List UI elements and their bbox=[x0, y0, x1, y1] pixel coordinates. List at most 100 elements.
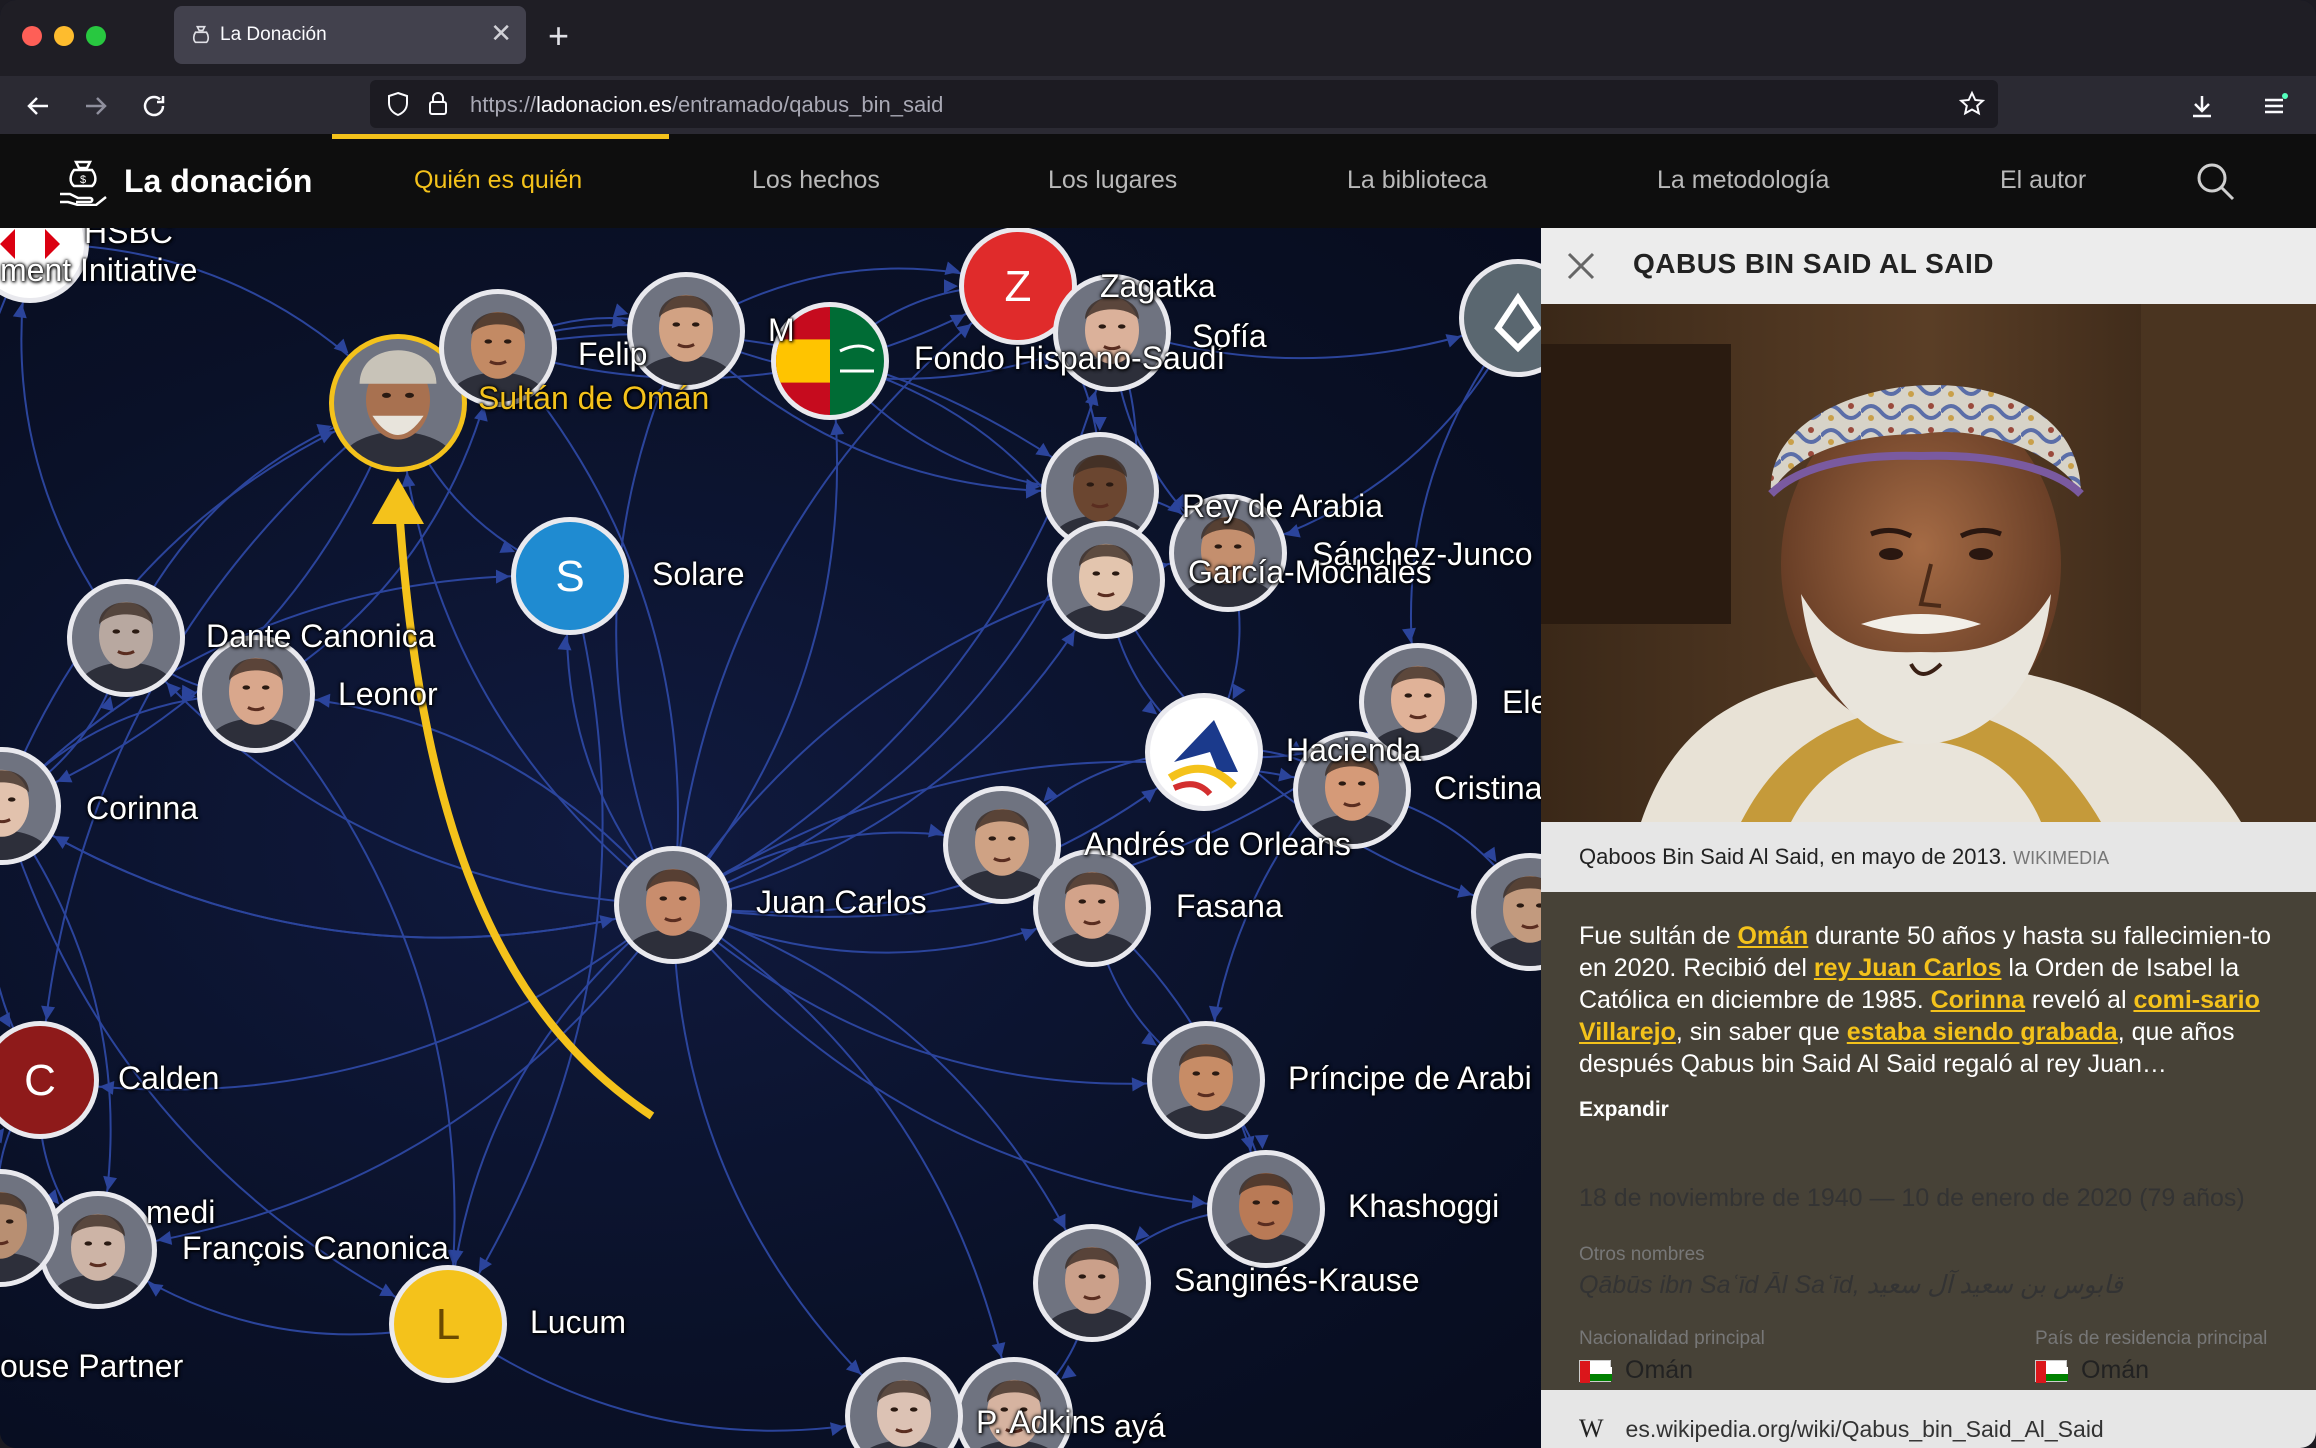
link-corinna[interactable]: Corinna bbox=[1931, 986, 2025, 1014]
node-label-juan-carlos[interactable]: Juan Carlos bbox=[756, 884, 927, 921]
reload-icon[interactable] bbox=[138, 90, 170, 122]
graph-node[interactable] bbox=[67, 579, 185, 716]
node-label-khashoggi[interactable]: Khashoggi bbox=[1348, 1188, 1499, 1225]
menu-los-lugares[interactable]: Los lugares bbox=[1048, 166, 1177, 195]
node-label-solare[interactable]: Solare bbox=[652, 556, 745, 593]
tab-la-donacion[interactable]: La Donación ✕ bbox=[174, 6, 526, 64]
money-bag-icon bbox=[192, 25, 210, 44]
graph-node[interactable] bbox=[1033, 1224, 1151, 1361]
expand-button[interactable]: Expandir bbox=[1579, 1098, 1669, 1122]
menu-la-metodologia[interactable]: La metodología bbox=[1657, 166, 1829, 195]
node-label-hacienda[interactable]: Hacienda bbox=[1286, 732, 1421, 769]
graph-edge bbox=[672, 360, 839, 906]
node-label-zagatka[interactable]: Zagatka bbox=[1100, 268, 1216, 305]
panel-title: QABUS BIN SAID AL SAID bbox=[1633, 248, 1995, 279]
graph-node[interactable] bbox=[614, 846, 732, 983]
oman-flag-icon bbox=[2035, 1359, 2068, 1383]
edge-arrowhead bbox=[1052, 1213, 1066, 1230]
link-oman[interactable]: Omán bbox=[1737, 922, 1808, 950]
network-graph[interactable]: Z S C L Sultán de Omán Felip M Zagatka Fond… bbox=[0, 228, 1541, 1448]
link-estaba-siendo-grabada[interactable]: estaba siendo grabada bbox=[1847, 1018, 2118, 1046]
graph-node[interactable] bbox=[197, 635, 315, 772]
node-label-calden[interactable]: Calden bbox=[118, 1060, 219, 1097]
graph-node[interactable] bbox=[1459, 259, 1541, 377]
node-label-principe-de-arabia[interactable]: Príncipe de Arabi bbox=[1288, 1060, 1532, 1097]
close-icon[interactable] bbox=[1563, 248, 1599, 284]
graph-node[interactable] bbox=[1145, 693, 1263, 811]
back-arrow-icon[interactable] bbox=[22, 90, 54, 122]
close-window-button[interactable] bbox=[22, 26, 42, 46]
node-label-sangines-krause[interactable]: Sanginés-Krause bbox=[1174, 1262, 1419, 1299]
edge-arrowhead bbox=[829, 1422, 845, 1436]
new-tab-button[interactable]: + bbox=[548, 16, 569, 56]
node-label-felip[interactable]: Felip bbox=[578, 336, 647, 373]
graph-node[interactable]: L bbox=[389, 1265, 507, 1383]
graph-node[interactable]: C bbox=[0, 1021, 99, 1139]
menu-quien-es-quien[interactable]: Quién es quién bbox=[414, 166, 582, 195]
lock-icon[interactable] bbox=[424, 90, 452, 118]
wikipedia-link[interactable]: Wes.wikipedia.org/wiki/Qabus_bin_Said_Al… bbox=[1579, 1414, 2104, 1444]
menu-icon[interactable] bbox=[2258, 90, 2290, 122]
node-label-aya[interactable]: ayá bbox=[1114, 1408, 1166, 1445]
edge-arrowhead bbox=[478, 1256, 492, 1273]
nationality-label: Nacionalidad principal bbox=[1579, 1328, 1765, 1349]
download-icon[interactable] bbox=[2186, 90, 2218, 122]
node-initial: Z bbox=[1005, 262, 1032, 311]
edge-arrowhead bbox=[0, 1012, 11, 1028]
node-label-dante-canonica[interactable]: Dante Canonica bbox=[206, 618, 435, 655]
node-label-lucum[interactable]: Lucum bbox=[530, 1304, 626, 1341]
node-label-ouse-partner[interactable]: ouse Partner bbox=[0, 1348, 183, 1385]
node-label-sofia[interactable]: Sofía bbox=[1192, 318, 1267, 355]
node-label-medi[interactable]: medi bbox=[146, 1194, 215, 1231]
node-label-corinna[interactable]: Corinna bbox=[86, 790, 198, 827]
url-bar[interactable]: https://ladonacion.es/entramado/qabus_bi… bbox=[370, 80, 1998, 128]
zoom-window-button[interactable] bbox=[86, 26, 106, 46]
node-label-andres-de-orleans[interactable]: Andrés de Orleans bbox=[1084, 826, 1351, 863]
menu-el-autor[interactable]: El autor bbox=[2000, 166, 2086, 195]
bookmark-star-icon[interactable] bbox=[1958, 90, 1986, 118]
graph-node[interactable] bbox=[1471, 853, 1541, 990]
graph-node[interactable] bbox=[845, 1357, 963, 1448]
svg-text:$: $ bbox=[80, 174, 86, 186]
node-label-hsbc[interactable]: HSBC bbox=[84, 228, 173, 251]
shield-icon[interactable] bbox=[384, 90, 412, 118]
node-label-rey-de-arabia[interactable]: Rey de Arabia bbox=[1182, 488, 1383, 525]
tab-close-icon[interactable]: ✕ bbox=[490, 20, 512, 46]
url-text[interactable]: https://ladonacion.es/entramado/qabus_bi… bbox=[470, 92, 943, 118]
search-icon[interactable] bbox=[2194, 160, 2236, 202]
node-label-leonor[interactable]: Leonor bbox=[338, 676, 438, 713]
graph-edge bbox=[1, 402, 399, 807]
edge-arrowhead bbox=[599, 915, 615, 929]
highlight-arrowhead bbox=[372, 478, 424, 524]
edge-arrowhead bbox=[1141, 788, 1157, 803]
edge-arrowhead bbox=[12, 303, 27, 319]
tab-strip: La Donación ✕ + bbox=[0, 0, 2316, 76]
edge-arrowhead bbox=[1402, 627, 1416, 643]
graph-node[interactable] bbox=[39, 1191, 157, 1328]
oman-flag-icon bbox=[1579, 1359, 1612, 1383]
node-label-p-adkins[interactable]: P. Adkins bbox=[976, 1404, 1105, 1441]
link-rey-juan-carlos[interactable]: rey Juan Carlos bbox=[1814, 954, 2002, 982]
node-label-cristina[interactable]: Cristina bbox=[1434, 770, 1541, 807]
graph-node[interactable] bbox=[0, 1169, 59, 1306]
node-initial: S bbox=[555, 552, 584, 601]
forward-arrow-icon[interactable] bbox=[80, 90, 112, 122]
graph-node[interactable] bbox=[1033, 849, 1151, 986]
node-label-ment-initiative[interactable]: ment Initiative bbox=[0, 252, 197, 289]
edge-arrowhead bbox=[103, 1175, 117, 1191]
node-label-m[interactable]: M bbox=[768, 312, 795, 349]
menu-la-biblioteca[interactable]: La biblioteca bbox=[1347, 166, 1487, 195]
node-label-sultan-de-oman[interactable]: Sultán de Omán bbox=[478, 380, 709, 417]
other-names-value: Qābūs ibn Saʿīd Āl Saʿīd, قابوس بن سعيد … bbox=[1579, 1271, 2123, 1299]
edge-arrowhead bbox=[613, 303, 629, 317]
node-label-fasana[interactable]: Fasana bbox=[1176, 888, 1283, 925]
node-label-fondo-hispano-saudi[interactable]: Fondo Hispano-Saudí bbox=[914, 340, 1225, 377]
node-label-ele[interactable]: Ele bbox=[1502, 684, 1541, 721]
menu-los-hechos[interactable]: Los hechos bbox=[752, 166, 880, 195]
node-label-francois-canonica[interactable]: François Canonica bbox=[182, 1230, 449, 1267]
minimize-window-button[interactable] bbox=[54, 26, 74, 46]
graph-node[interactable]: S bbox=[511, 517, 629, 635]
node-label-garcia-mochales[interactable]: García-Mochales bbox=[1188, 554, 1432, 591]
graph-node[interactable] bbox=[0, 747, 61, 884]
brand-logo[interactable]: $ La donación bbox=[58, 156, 312, 206]
